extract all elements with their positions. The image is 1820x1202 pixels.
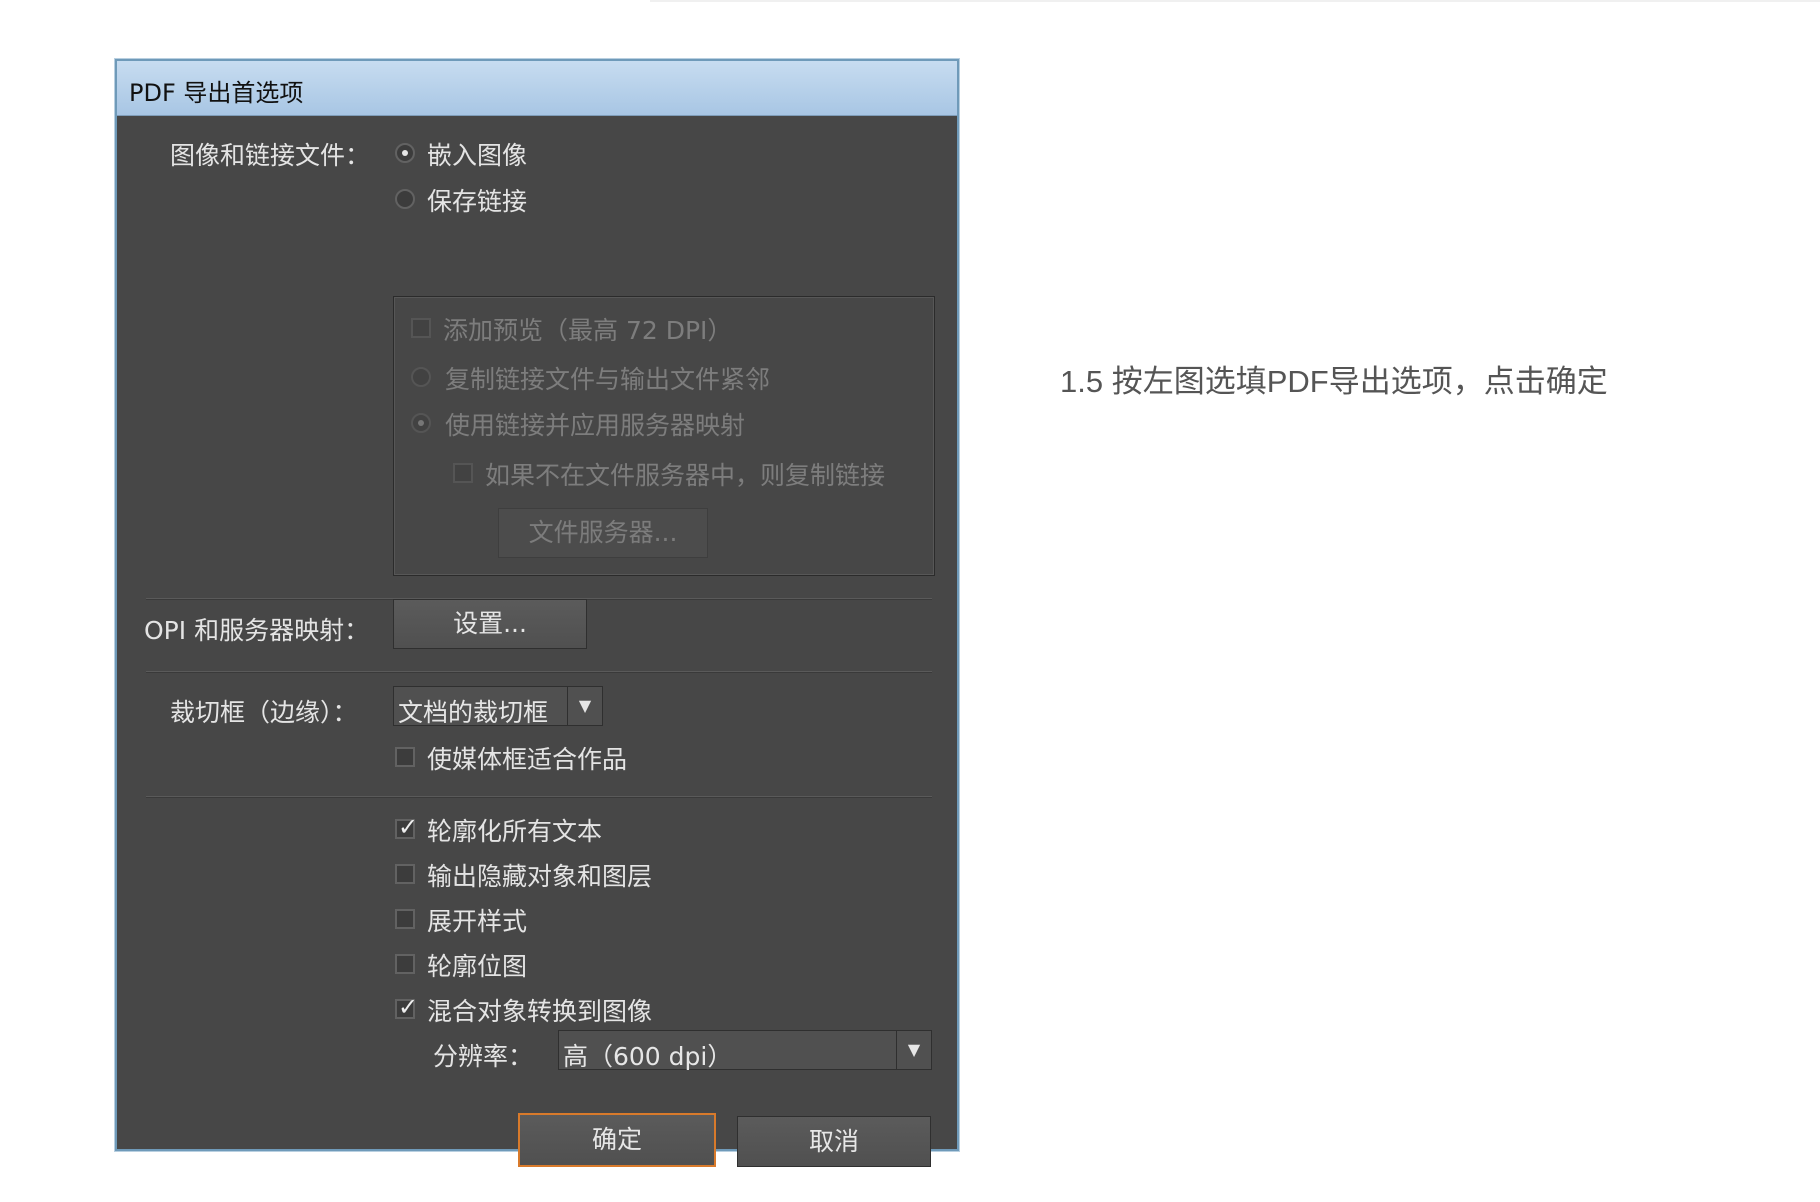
crop-box-label: 裁切框（边缘）：	[170, 698, 358, 727]
add-preview-checkbox[interactable]	[411, 318, 431, 338]
embed-images-label[interactable]: 嵌入图像	[427, 136, 527, 172]
use-links-server-label[interactable]: 使用链接并应用服务器映射	[445, 406, 745, 442]
pdf-export-dialog: PDF 导出首选项 图像和链接文件： 嵌入图像 保存链接 添加预览（最高 72 …	[115, 59, 959, 1167]
fit-media-label[interactable]: 使媒体框适合作品	[427, 740, 627, 776]
copy-linked-label[interactable]: 复制链接文件与输出文件紧邻	[445, 360, 770, 396]
check-mark-icon: ✓	[398, 813, 419, 841]
export-hidden-checkbox[interactable]	[395, 864, 415, 884]
expand-styles-label[interactable]: 展开样式	[427, 902, 527, 938]
links-options-group: 添加预览（最高 72 DPI） 复制链接文件与输出文件紧邻 使用链接并应用服务器…	[393, 296, 935, 576]
images-links-label: 图像和链接文件：	[170, 141, 371, 170]
resolution-value: 高（600 dpi）	[563, 1042, 733, 1071]
copy-linked-radio[interactable]	[411, 367, 431, 387]
outline-text-label[interactable]: 轮廓化所有文本	[427, 812, 602, 848]
dialog-body: 图像和链接文件： 嵌入图像 保存链接 添加预览（最高 72 DPI） 复制链接文…	[120, 116, 954, 1167]
add-preview-label[interactable]: 添加预览（最高 72 DPI）	[443, 311, 732, 347]
outline-bitmaps-label[interactable]: 轮廓位图	[427, 947, 527, 983]
check-mark-icon: ✓	[398, 993, 419, 1021]
title-bar[interactable]: PDF 导出首选项	[117, 61, 957, 116]
dialog-title: PDF 导出首选项	[129, 79, 304, 107]
cancel-button[interactable]: 取消	[737, 1116, 931, 1167]
ok-button[interactable]: 确定	[518, 1113, 716, 1167]
convert-blended-checkbox[interactable]: ✓	[395, 993, 418, 1021]
preserve-links-radio[interactable]	[395, 189, 415, 209]
copy-if-not-server-label[interactable]: 如果不在文件服务器中，则复制链接	[485, 456, 885, 492]
crop-box-value: 文档的裁切框	[398, 698, 549, 727]
opi-label: OPI 和服务器映射：	[144, 616, 370, 645]
export-hidden-label[interactable]: 输出隐藏对象和图层	[427, 857, 652, 893]
embed-images-radio[interactable]	[395, 143, 415, 163]
expand-styles-checkbox[interactable]	[395, 909, 415, 929]
convert-blended-label[interactable]: 混合对象转换到图像	[427, 992, 652, 1028]
resolution-label: 分辨率：	[433, 1042, 534, 1071]
fit-media-checkbox[interactable]	[395, 747, 415, 767]
instruction-text: 1.5 按左图选填PDF导出选项，点击确定	[1060, 364, 1608, 399]
resolution-select[interactable]: 高（600 dpi） ▼	[558, 1030, 932, 1071]
preserve-links-label[interactable]: 保存链接	[427, 182, 527, 218]
use-links-server-radio[interactable]	[411, 413, 431, 433]
settings-button[interactable]: 设置...	[393, 599, 587, 649]
outline-bitmaps-checkbox[interactable]	[395, 954, 415, 974]
separator	[146, 671, 932, 673]
dropdown-arrow-icon: ▼	[896, 1031, 931, 1069]
crop-box-select[interactable]: 文档的裁切框 ▼	[393, 686, 603, 727]
outline-text-checkbox[interactable]: ✓	[395, 813, 418, 841]
separator	[146, 796, 932, 798]
dropdown-arrow-icon: ▼	[567, 687, 602, 725]
top-divider	[650, 0, 1820, 2]
copy-if-not-server-checkbox[interactable]	[453, 463, 473, 483]
file-servers-button[interactable]: 文件服务器...	[498, 508, 708, 558]
